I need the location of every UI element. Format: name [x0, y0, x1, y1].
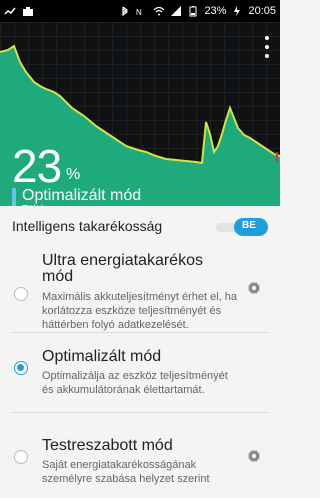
- custom-settings-gear-icon[interactable]: [246, 448, 262, 464]
- custom-radio[interactable]: [14, 450, 28, 464]
- battery-percent-value: 23: [12, 140, 62, 192]
- custom-description: Saját energiatakarékosságának személyre …: [42, 459, 210, 485]
- battery-low-marker: [276, 152, 278, 162]
- signal-icon: [4, 7, 16, 15]
- battery-percentage: 23%: [204, 5, 227, 17]
- svg-text:N: N: [136, 8, 142, 17]
- bluetooth-icon: [122, 6, 129, 17]
- option-custom[interactable]: Testreszabott mód Saját energiatakarékos…: [0, 416, 280, 486]
- status-bar: N 23% 20:05: [0, 0, 280, 22]
- optimized-description: Optimalizálja az eszköz teljesítményét é…: [42, 370, 228, 396]
- ultra-saving-settings-gear-icon[interactable]: [246, 280, 262, 296]
- current-mode-label: Optimalizált mód: [22, 187, 142, 204]
- smart-saving-label: Intelligens takarékosság: [12, 218, 163, 234]
- battery-icon: [189, 6, 197, 17]
- divider-2: [12, 412, 268, 413]
- charging-icon: [234, 6, 241, 16]
- clock: 20:05: [248, 5, 276, 17]
- smart-saving-row[interactable]: Intelligens takarékosság BE: [0, 206, 280, 250]
- ultra-saving-radio[interactable]: [14, 287, 28, 301]
- cellular-icon: [171, 6, 182, 16]
- ultra-saving-title-line2: mód: [42, 268, 74, 285]
- optimized-radio[interactable]: [14, 361, 28, 375]
- wifi-icon: [154, 6, 165, 16]
- battery-panel: 23 % Optimalizált mód Töltés: [0, 22, 280, 206]
- toggle-text: BE: [242, 220, 256, 231]
- briefcase-icon: [23, 7, 33, 16]
- nfc-icon: N: [136, 8, 142, 17]
- custom-title: Testreszabott mód: [42, 437, 173, 454]
- overflow-menu-icon[interactable]: [264, 36, 270, 58]
- optimized-title: Optimalizált mód: [42, 348, 162, 365]
- option-optimized[interactable]: Optimalizált mód Optimalizálja az eszköz…: [0, 332, 280, 402]
- settings-content: Intelligens takarékosság BE Ultra energi…: [0, 206, 280, 498]
- mode-indicator-bar: [12, 188, 16, 206]
- option-ultra-saving[interactable]: Ultra energiatakarékos mód Maximális akk…: [0, 246, 280, 332]
- battery-percent-sign: %: [66, 166, 81, 183]
- ultra-saving-description: Maximális akkuteljesítményt érhet el, ha…: [42, 291, 238, 331]
